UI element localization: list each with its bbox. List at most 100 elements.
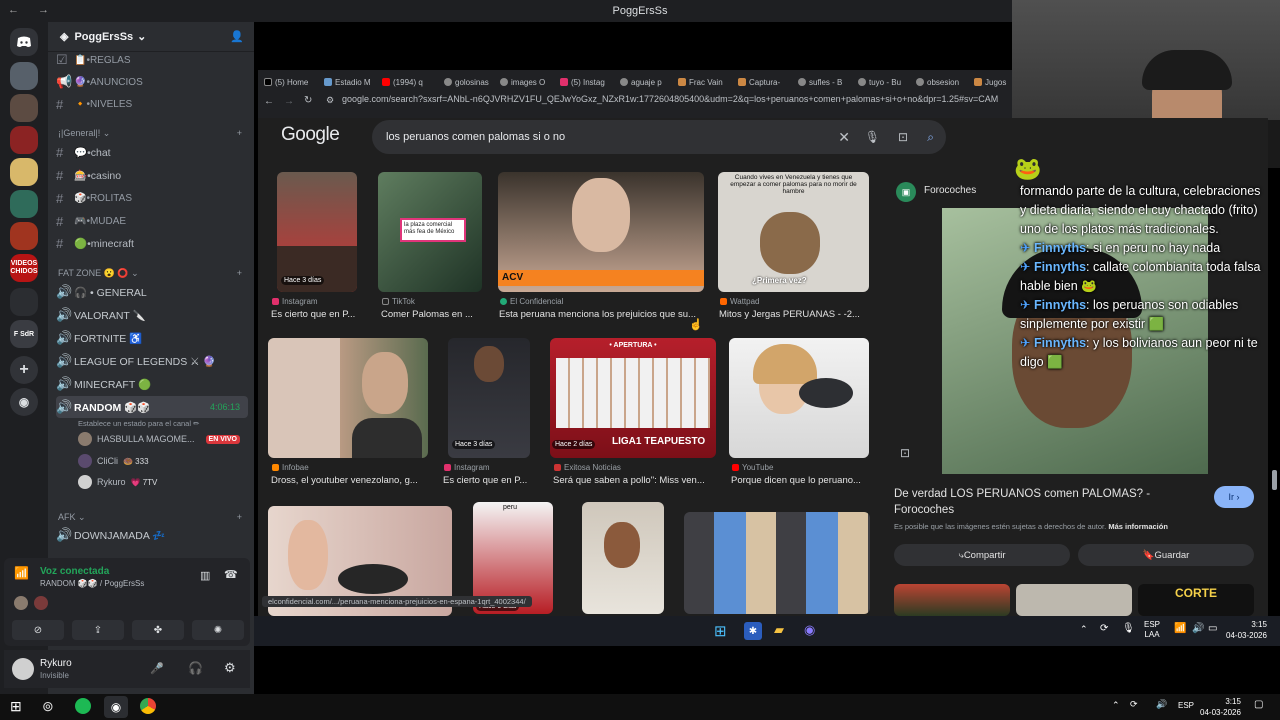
member-clicli[interactable]: CliCli 🍩 333	[78, 452, 149, 470]
clock[interactable]: 3:15 04-03-2026	[1200, 696, 1241, 718]
disconnect-icon[interactable]: ☎	[224, 568, 238, 581]
search-icon[interactable]: ⌕	[927, 130, 934, 145]
browser-tab[interactable]: (5) Instag	[560, 74, 605, 90]
clear-icon[interactable]: ✕	[838, 129, 850, 146]
result-image-2[interactable]: la plaza comercial más fea de México	[378, 172, 482, 292]
save-button[interactable]: 🔖 Guardar	[1078, 544, 1254, 566]
server-icon-3[interactable]	[10, 126, 38, 154]
channel-casino[interactable]: # 🎰•casino	[56, 165, 248, 185]
windows-start-icon[interactable]: ⊞	[10, 698, 22, 715]
channel-rolitas[interactable]: # 🎲•ROLITAS	[56, 188, 248, 208]
reload-icon[interactable]: ↻	[304, 95, 312, 106]
voice-channel-minecraft[interactable]: 🔊 MINECRAFT 🟢	[56, 374, 248, 394]
result-image-8[interactable]	[729, 338, 869, 458]
result-title[interactable]: Será que saben a pollo": Miss ven...	[553, 475, 717, 486]
tray-mic-icon[interactable]: 🎙	[1122, 623, 1135, 634]
lens-icon[interactable]: ⊡	[898, 130, 908, 144]
browser-tab[interactable]: Estadio M	[324, 74, 371, 90]
clock[interactable]: 3:15 04-03-2026	[1226, 619, 1267, 641]
result-title[interactable]: Porque dicen que lo peruano...	[731, 475, 869, 486]
member-hasbulla[interactable]: HASBULLA MAGOME... EN VIVO	[78, 430, 240, 448]
result-title[interactable]: Mitos y Jergas PERUANAS - -2...	[719, 309, 869, 320]
noise-suppression-icon[interactable]: ▥	[200, 569, 210, 582]
chrome-icon[interactable]	[140, 698, 156, 714]
add-server-icon[interactable]: +	[10, 356, 38, 384]
search-input[interactable]: los peruanos comen palomas si o no ✕ 🎙 ⊡…	[372, 120, 946, 154]
preview-source[interactable]: Forocoches	[924, 185, 976, 196]
category-afk[interactable]: AFK ⌄ +	[58, 512, 242, 523]
voice-channel-general[interactable]: 🔊 🎧 • GENERAL	[56, 282, 248, 302]
browser-tab[interactable]: sufles - B	[798, 74, 842, 90]
related-image[interactable]	[1016, 584, 1132, 616]
server-icon-5[interactable]	[10, 190, 38, 218]
browser-tab[interactable]: obsesion	[916, 74, 959, 90]
back-arrow-icon[interactable]: ←	[264, 96, 274, 107]
tray-sync-icon[interactable]: ⟳	[1100, 623, 1108, 634]
browser-tab[interactable]: (5) Home	[264, 74, 308, 90]
volume-icon[interactable]: 🔊	[1192, 623, 1204, 634]
activities-button[interactable]: ✤	[132, 620, 184, 640]
voice-channel-name[interactable]: RANDOM 🎲🎲 / PoggErsSs	[40, 579, 144, 588]
screen-share-button[interactable]: ⇪	[72, 620, 124, 640]
result-title[interactable]: Dross, el youtuber venezolano, g...	[271, 475, 431, 486]
voice-channel-lol[interactable]: 🔊 LEAGUE OF LEGENDS ⚔ 🔮	[56, 351, 248, 371]
language-indicator[interactable]: ESP	[1178, 701, 1194, 710]
server-header[interactable]: ◈ PoggErsSs ⌄ 👤	[48, 22, 254, 52]
result-title[interactable]: Es cierto que en P...	[443, 475, 535, 486]
widgets-icon[interactable]: ✱	[744, 622, 762, 640]
discord-taskbar-icon[interactable]: ◉	[104, 696, 128, 718]
category-general[interactable]: ¡|General|! ⌄ +	[58, 128, 242, 139]
result-image-11[interactable]	[582, 502, 664, 614]
browser-tab[interactable]: Captura-	[738, 74, 780, 90]
related-image[interactable]	[894, 584, 1010, 616]
tray-chevron-icon[interactable]: ⌃	[1080, 624, 1088, 635]
channel-chat[interactable]: # 💬•chat	[56, 142, 248, 162]
camera-off-button[interactable]: ⊘	[12, 620, 64, 640]
browser-tab[interactable]: Jugos	[974, 74, 1006, 90]
channel-minecraft[interactable]: # 🟢•minecraft	[56, 233, 248, 253]
browser-tab[interactable]: tuyo - Bu	[858, 74, 901, 90]
channel-mudae[interactable]: # 🎮•MUDAE	[56, 211, 248, 231]
file-explorer-icon[interactable]: ▰	[774, 622, 784, 638]
tray-chevron-icon[interactable]: ⌃	[1112, 700, 1120, 711]
result-title[interactable]: Comer Palomas en ...	[381, 309, 481, 320]
microphone-icon[interactable]: 🎙	[865, 130, 880, 144]
result-image-3[interactable]: ACV	[498, 172, 704, 292]
lens-icon[interactable]: ⊡	[900, 446, 910, 460]
browser-tab[interactable]: golosinas	[444, 74, 489, 90]
result-title[interactable]: Esta peruana menciona los prejuicios que…	[499, 309, 705, 320]
add-channel-icon[interactable]: +	[237, 512, 242, 523]
address-bar[interactable]: google.com/search?sxsrf=ANbL-n6QJVRHZV1F…	[342, 94, 998, 104]
result-image-12[interactable]	[684, 512, 870, 614]
headphones-icon[interactable]: 🎧	[188, 661, 203, 675]
add-channel-icon[interactable]: +	[237, 128, 242, 139]
server-folder-icon[interactable]: F SdR	[10, 320, 38, 348]
volume-icon[interactable]: 🔊	[1156, 699, 1167, 710]
scrollbar-thumb[interactable]	[1272, 470, 1277, 490]
server-icon-8[interactable]	[10, 288, 38, 316]
discord-home-icon[interactable]	[10, 28, 38, 56]
visit-button[interactable]: Ir ›	[1214, 486, 1254, 508]
battery-icon[interactable]: ▭	[1208, 623, 1217, 634]
result-image-7[interactable]: • APERTURA • Hace 2 días LIGA1 TEAPUESTO	[550, 338, 716, 458]
result-image-5[interactable]	[268, 338, 428, 458]
add-member-icon[interactable]: 👤	[230, 30, 244, 43]
tray-sync-icon[interactable]: ⟳	[1130, 699, 1138, 710]
channel-reglas[interactable]: ☑ 📋•REGLAS	[56, 50, 248, 70]
windows-start-icon[interactable]: ⊞	[714, 622, 727, 640]
spotify-icon[interactable]	[75, 698, 91, 714]
browser-tab[interactable]: images O	[500, 74, 545, 90]
voice-channel-afk[interactable]: 🔊 DOWNJAMADA 💤	[56, 525, 248, 545]
language-indicator[interactable]: ESP LAA	[1144, 620, 1160, 640]
result-image-6[interactable]: Hace 3 días	[448, 338, 530, 458]
steam-icon[interactable]: ⊚	[42, 698, 54, 715]
server-icon-videos[interactable]: VIDEOS CHIDOS	[10, 254, 38, 282]
related-image[interactable]: CORTE	[1138, 584, 1254, 616]
preview-title[interactable]: De verdad LOS PERUANOS comen PALOMAS? - …	[894, 486, 1174, 518]
server-icon-2[interactable]	[10, 94, 38, 122]
notification-icon[interactable]: ▢	[1254, 699, 1263, 710]
soundboard-button[interactable]: ✺	[192, 620, 244, 640]
forward-arrow-icon[interactable]: →	[284, 96, 294, 107]
avatar[interactable]	[12, 658, 34, 680]
add-channel-icon[interactable]: +	[237, 268, 242, 279]
